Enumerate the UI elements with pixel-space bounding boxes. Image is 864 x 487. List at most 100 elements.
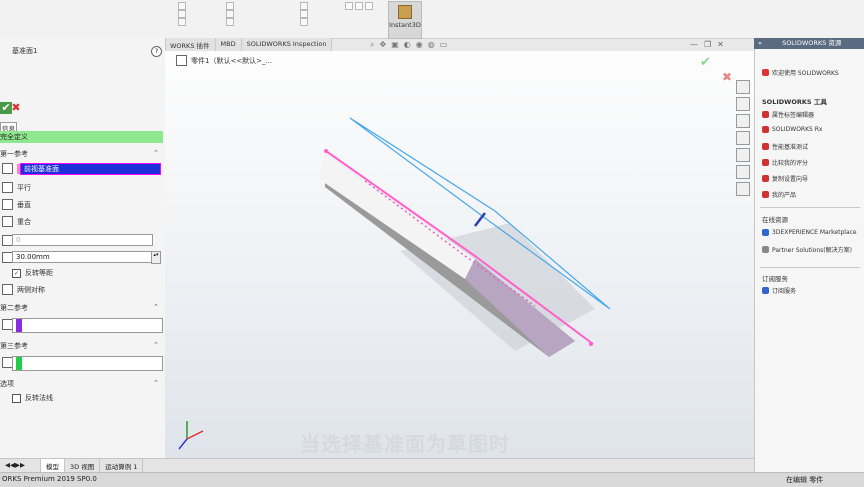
second-reference-selection[interactable] (12, 318, 163, 333)
first-reference-header[interactable]: 第一参考 ⌃ (0, 149, 165, 160)
cancel-button[interactable]: ✖ (10, 102, 22, 114)
bottom-tabs: ◀◀▶▶ 模型 3D 视图 运动算例 1 (0, 458, 754, 472)
close-icon[interactable]: ✕ (717, 40, 724, 49)
tool-item[interactable]: 比较我的评分 (762, 158, 808, 167)
hide-show-icon[interactable]: ◉ (416, 40, 423, 50)
flip-offset-row[interactable]: ✓ 反转等距 (12, 268, 53, 278)
tool-item[interactable]: 属性标签编辑器 (762, 110, 814, 119)
distance-input[interactable]: 30.00mm (12, 251, 153, 263)
tab-motion-study[interactable]: 运动算例 1 (100, 459, 144, 472)
mid-plane-icon (2, 284, 13, 295)
triad-z-axis (178, 438, 188, 450)
divider (760, 267, 860, 268)
pan-icon[interactable]: ✥ (379, 40, 386, 50)
flip-normal-row[interactable]: 反转法线 (12, 393, 53, 403)
restore-icon[interactable]: ❐ (704, 40, 711, 49)
view-palette-icon[interactable] (736, 131, 750, 145)
appearances-icon[interactable] (736, 148, 750, 162)
collapse-icon[interactable]: ⌃ (153, 149, 159, 160)
tool-item[interactable]: 复制设置向导 (762, 174, 808, 183)
status-mode: 在编辑 零件 (786, 476, 824, 484)
status-bar: ORKS Premium 2019 SP0.0 在编辑 零件 (0, 472, 864, 487)
coincident-icon (2, 216, 13, 227)
second-reference-header[interactable]: 第二参考 ⌃ (0, 303, 165, 314)
collapse-icon[interactable]: ⌃ (153, 341, 159, 352)
collapse-icon[interactable]: ⌃ (153, 303, 159, 314)
heads-up-toolbar[interactable]: ⌕ ✥ ▣ ◐ ◉ ◍ ▭ (370, 40, 447, 50)
instant3d-button[interactable]: Instant3D (388, 1, 422, 39)
tool-icon (762, 175, 769, 182)
online-item[interactable]: Partner Solutions(解决方案) (762, 245, 852, 254)
collapse-icon[interactable]: ⌃ (153, 379, 159, 390)
edge-point (324, 149, 328, 153)
tab-model[interactable]: 模型 (41, 459, 65, 472)
flip-offset-checkbox[interactable]: ✓ (12, 268, 21, 278)
home-icon[interactable] (736, 80, 750, 94)
perpendicular-icon (2, 199, 13, 210)
subscription-icon (762, 287, 769, 294)
confirm-ok-icon[interactable]: ✔ (700, 55, 711, 70)
tab-addins[interactable]: WORKS 插件 (165, 38, 216, 51)
feature-tree-flyout[interactable]: 零件1（默认<<默认>_... (176, 55, 272, 66)
collapse-arrows-icon[interactable]: « (754, 39, 762, 47)
scene-icon[interactable]: ▭ (440, 40, 448, 50)
third-reference-selection[interactable] (12, 356, 163, 371)
task-pane-tabs (736, 80, 750, 196)
confirm-cancel-icon[interactable]: ✖ (722, 70, 732, 84)
parallel-option[interactable]: 平行 (2, 182, 31, 193)
model-viewport[interactable] (165, 51, 754, 458)
perpendicular-option[interactable]: 垂直 (2, 199, 31, 210)
parallel-icon (2, 182, 13, 193)
tool-icon (762, 126, 769, 133)
subscription-item[interactable]: 订阅服务 (762, 286, 796, 295)
tool-icon (762, 191, 769, 198)
status-product: ORKS Premium 2019 SP0.0 (2, 475, 97, 483)
instant3d-icon (398, 5, 412, 19)
tool-item[interactable]: 性能基准测试 (762, 142, 808, 151)
graphics-area[interactable] (165, 51, 754, 458)
triad-x-axis (186, 430, 204, 440)
ribbon-small-buttons[interactable] (345, 2, 373, 10)
online-header: 在线资源 (762, 216, 788, 224)
coincident-option[interactable]: 重合 (2, 216, 31, 227)
window-controls: — ❐ ✕ (690, 40, 724, 49)
welcome-link[interactable]: 欢迎使用 SOLIDWORKS (762, 68, 839, 77)
options-header[interactable]: 选项 ⌃ (0, 379, 165, 390)
tool-item[interactable]: SOLIDWORKS Rx (762, 126, 822, 133)
divider (760, 207, 860, 208)
tab-3d-views[interactable]: 3D 视图 (65, 459, 101, 472)
forum-icon[interactable] (736, 182, 750, 196)
plane-icon (2, 163, 13, 174)
part-icon (176, 55, 187, 66)
zoom-icon[interactable]: ⌕ (370, 40, 374, 50)
ribbon-group-2[interactable] (226, 2, 236, 26)
angle-input[interactable]: 0 (12, 234, 153, 246)
ribbon-group-1[interactable] (178, 2, 188, 26)
view-orientation-icon[interactable]: ▣ (391, 40, 399, 50)
minimize-icon[interactable]: — (690, 40, 698, 49)
green-reference-swatch (16, 357, 22, 370)
flip-normal-checkbox[interactable] (12, 393, 21, 403)
online-item[interactable]: 3DEXPERIENCE Marketplace (762, 229, 857, 236)
design-library-icon[interactable] (736, 97, 750, 111)
file-explorer-icon[interactable] (736, 114, 750, 128)
marketplace-icon (762, 229, 769, 236)
appearance-icon[interactable]: ◍ (428, 40, 435, 50)
custom-properties-icon[interactable] (736, 165, 750, 179)
solidworks-logo-icon (762, 69, 769, 76)
first-reference-selection[interactable]: 前视基准面 (20, 163, 161, 175)
help-icon[interactable]: ? (151, 46, 162, 57)
third-reference-header[interactable]: 第三参考 ⌃ (0, 341, 165, 352)
command-manager-ribbon (0, 0, 864, 39)
tab-mbd[interactable]: MBD (215, 38, 242, 51)
distance-stepper[interactable]: ▴▾ (151, 251, 161, 264)
tool-icon (762, 111, 769, 118)
message-status: 完全定义 (0, 131, 163, 143)
pm-title: 基准面1 (12, 47, 38, 55)
mid-plane-row[interactable]: 两侧对称 (2, 284, 45, 295)
ribbon-group-3[interactable] (300, 2, 310, 26)
display-style-icon[interactable]: ◐ (404, 40, 411, 50)
tool-item[interactable]: 我的产品 (762, 190, 796, 199)
tab-inspection[interactable]: SOLIDWORKS Inspection (241, 38, 333, 51)
tab-navigation-arrows[interactable]: ◀◀▶▶ (0, 459, 41, 472)
